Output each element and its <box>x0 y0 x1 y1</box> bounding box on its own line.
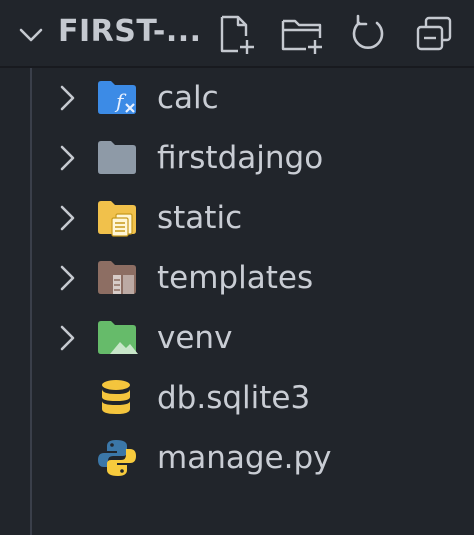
chevron-right-icon[interactable] <box>54 82 80 114</box>
tree-item-label: firstdajngo <box>157 140 324 176</box>
refresh-icon[interactable] <box>346 12 390 56</box>
workspace-title[interactable]: FIRST-... <box>58 14 202 49</box>
tree-item-static[interactable]: static <box>0 188 474 248</box>
chevron-right-icon[interactable] <box>54 322 80 354</box>
folder-function-icon: f <box>98 81 136 114</box>
file-tree: f calc firstdajngo static templates venv… <box>0 68 474 535</box>
folder-static-icon <box>98 201 136 237</box>
tree-item-label: db.sqlite3 <box>157 380 311 416</box>
explorer-panel: FIRST-... f calc firstdajngo static temp… <box>0 0 474 535</box>
chevron-right-icon[interactable] <box>54 262 80 294</box>
folder-templates-icon <box>98 261 136 294</box>
tree-item-firstdajngo[interactable]: firstdajngo <box>0 128 474 188</box>
folder-environment-icon <box>98 321 138 354</box>
chevron-down-icon[interactable] <box>16 20 46 50</box>
tree-item-calc[interactable]: f calc <box>0 68 474 128</box>
tree-item-label: templates <box>157 260 314 296</box>
explorer-header[interactable]: FIRST-... <box>0 0 474 68</box>
python-icon <box>98 440 136 476</box>
tree-item-templates[interactable]: templates <box>0 248 474 308</box>
tree-item-db-sqlite3[interactable]: db.sqlite3 <box>0 368 474 428</box>
chevron-right-icon[interactable] <box>54 142 80 174</box>
tree-item-label: manage.py <box>157 440 332 476</box>
tree-item-label: calc <box>157 80 219 116</box>
tree-item-manage-py[interactable]: manage.py <box>0 428 474 488</box>
tree-item-label: venv <box>157 320 233 356</box>
database-icon <box>102 380 130 414</box>
chevron-right-icon[interactable] <box>54 202 80 234</box>
new-folder-icon[interactable] <box>280 12 324 56</box>
tree-item-venv[interactable]: venv <box>0 308 474 368</box>
new-file-icon[interactable] <box>214 12 258 56</box>
folder-icon <box>98 141 136 174</box>
tree-item-label: static <box>157 200 243 236</box>
collapse-all-icon[interactable] <box>412 12 456 56</box>
